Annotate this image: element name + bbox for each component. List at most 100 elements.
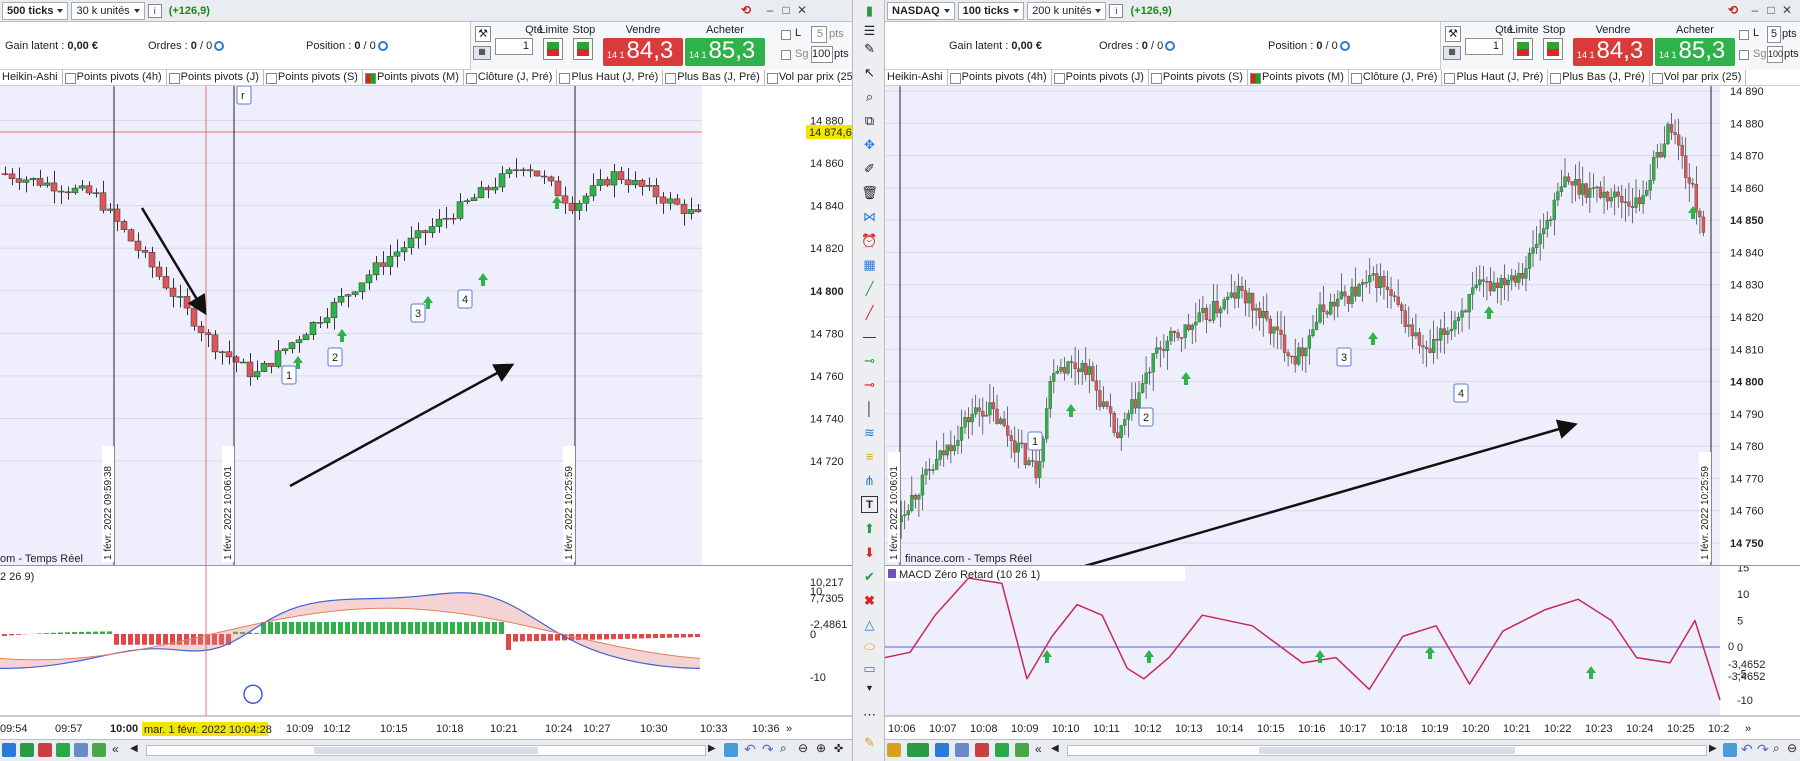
info-icon[interactable]: i	[147, 3, 162, 18]
pointer-icon[interactable]: ↖	[861, 64, 878, 81]
scroll-left-icon[interactable]: ◀	[130, 743, 144, 757]
rectangle-icon[interactable]: ▭	[861, 660, 878, 677]
undo-icon[interactable]: ↶	[744, 741, 758, 757]
double-left-icon[interactable]: «	[1035, 742, 1049, 756]
limit-button[interactable]	[1513, 38, 1533, 60]
keyboard-icon[interactable]: ▦	[473, 46, 491, 60]
position-gear-icon[interactable]	[377, 41, 388, 52]
close-icon[interactable]: ✕	[1779, 2, 1795, 18]
checkmark-icon[interactable]: ✔	[861, 568, 878, 585]
export-icon[interactable]	[92, 743, 106, 757]
indicator-toggle[interactable]: Clôture (J, Pré)	[464, 70, 558, 85]
ticks-select[interactable]: 500 ticks	[2, 1, 69, 20]
indicator-toggle[interactable]: Vol par prix (25)	[765, 70, 852, 85]
position-gear-icon[interactable]	[1339, 41, 1350, 52]
l-checkbox[interactable]	[781, 30, 791, 40]
right-scrollbar[interactable]	[1067, 745, 1707, 756]
indicator-toggle[interactable]: Points pivots (J)	[167, 70, 264, 85]
pts-top-input[interactable]: 5	[1767, 26, 1781, 43]
indicator-toggle[interactable]: Plus Bas (J, Pré)	[663, 70, 765, 85]
scroll-right-icon[interactable]: ▶	[708, 743, 722, 757]
channel-icon[interactable]: ≋	[861, 424, 878, 441]
indicator-toggle[interactable]: Points pivots (4h)	[948, 70, 1052, 85]
indicator-toggle[interactable]: Plus Bas (J, Pré)	[1548, 70, 1650, 85]
double-left-icon[interactable]: «	[112, 742, 126, 756]
indicator-toggle[interactable]: Points pivots (4h)	[63, 70, 167, 85]
maximize-icon[interactable]: □	[1763, 2, 1779, 18]
pencil-icon[interactable]: ✎	[861, 40, 878, 57]
menu-icon[interactable]: ☰	[861, 22, 878, 39]
indicator-toggle[interactable]: Heikin-Ashi	[885, 70, 948, 85]
back-icon[interactable]	[1723, 743, 1737, 757]
indicator-toggle[interactable]: Points pivots (S)	[264, 70, 363, 85]
indicator-toggle[interactable]: Vol par prix (25)	[1650, 70, 1747, 85]
indicator-toggle[interactable]: Plus Haut (J, Pré)	[1442, 70, 1549, 85]
brush-icon[interactable]: ✐	[861, 160, 878, 177]
sell-button[interactable]: 14 1 84,3	[603, 38, 683, 66]
trash-icon[interactable]: 🗑	[861, 184, 878, 201]
fibonacci-icon[interactable]: ≡	[861, 448, 878, 465]
ellipse-icon[interactable]: ⬭	[861, 638, 878, 655]
grid-icon[interactable]: ▦	[861, 256, 878, 273]
pts-bottom-input[interactable]: 100	[811, 46, 833, 63]
qty-input[interactable]: 1	[495, 38, 533, 55]
indicator-toggle[interactable]: Heikin-Ashi	[0, 70, 63, 85]
magnet-icon[interactable]: ⋈	[861, 208, 878, 225]
arrow-down-icon[interactable]: ⬇	[861, 544, 878, 561]
right-macd-chart[interactable]: MACD Zéro Retard (10 26 1)151050-5-100-3…	[885, 566, 1800, 739]
alarm-icon[interactable]: ⏰	[861, 232, 878, 249]
pen-icon[interactable]	[887, 743, 901, 757]
bars-icon[interactable]	[20, 743, 34, 757]
crosshair-icon[interactable]: ✜	[834, 742, 848, 756]
zoom-out-icon[interactable]: ⊖	[798, 741, 812, 755]
instrument-select[interactable]: NASDAQ	[887, 1, 955, 20]
sell-button[interactable]: 14 1 84,3	[1573, 38, 1653, 66]
indicator-toggle[interactable]: Points pivots (M)	[1248, 70, 1349, 85]
move-icon[interactable]: ✥	[861, 136, 878, 153]
l-checkbox[interactable]	[1739, 30, 1749, 40]
buy-button[interactable]: 14 1 85,3	[685, 38, 765, 66]
orders-gear-icon[interactable]	[214, 41, 225, 52]
color-bars-icon[interactable]: ▮	[861, 2, 878, 19]
scroll-right-icon[interactable]: ▶	[1709, 743, 1723, 757]
draw-pen-icon[interactable]: ✎	[861, 734, 878, 751]
template-icon[interactable]	[74, 743, 88, 757]
zoom-fit-icon[interactable]: ⌕	[780, 741, 794, 755]
units-select[interactable]: 200 k unités	[1027, 1, 1107, 20]
zoom-out-icon[interactable]: ⊖	[1787, 741, 1800, 755]
back-icon[interactable]	[724, 743, 738, 757]
triangle-icon[interactable]: △	[861, 616, 878, 633]
keyboard-icon[interactable]: ▦	[1443, 46, 1461, 60]
pts-bottom-input[interactable]: 100	[1767, 46, 1783, 63]
indicator-toggle[interactable]: Points pivots (S)	[1149, 70, 1248, 85]
zoom-in-icon[interactable]: ⊕	[816, 741, 830, 755]
vertical-line-icon[interactable]: │	[861, 400, 878, 417]
wrench-icon[interactable]: ⚒	[1445, 26, 1461, 42]
left-price-chart[interactable]: 14 90014 88014 86014 84014 82014 80014 7…	[0, 86, 852, 566]
right-price-chart[interactable]: 14 890 14 880 14 870 14 860 14 850 14 840 14 8…	[885, 86, 1800, 566]
minimize-icon[interactable]: –	[762, 2, 778, 18]
add-indicator-icon[interactable]	[975, 743, 989, 757]
wrench-icon[interactable]: ⚒	[475, 26, 491, 42]
info-icon[interactable]: i	[1109, 3, 1124, 18]
pitchfork-icon[interactable]: ⋔	[861, 472, 878, 489]
zoom-fit-icon[interactable]: ⌕	[1773, 741, 1787, 755]
trendline-red-icon[interactable]: ╱	[861, 304, 878, 321]
qty-input[interactable]: 1	[1465, 38, 1503, 55]
ticks-select[interactable]: 100 ticks	[957, 1, 1025, 20]
export-icon[interactable]	[1015, 743, 1029, 757]
buy-button[interactable]: 14 1 85,3	[1655, 38, 1735, 66]
undo-icon[interactable]: ↶	[1741, 741, 1755, 757]
close-icon[interactable]: ✕	[794, 2, 810, 18]
text-tool-icon[interactable]: T	[861, 496, 878, 513]
drawing-icon[interactable]	[995, 743, 1009, 757]
indicator-toggle[interactable]: Clôture (J, Pré)	[1349, 70, 1443, 85]
indicator-toggle[interactable]: Plus Haut (J, Pré)	[557, 70, 664, 85]
left-macd-chart[interactable]: 2 26 9)20100-1010,2177,7305-2,486109:540…	[0, 566, 852, 739]
more-dots-icon[interactable]: ⋯	[861, 706, 878, 723]
sync-icon[interactable]: ⟲	[1725, 2, 1741, 18]
indicator-icon[interactable]	[955, 743, 969, 757]
trendline-green-icon[interactable]: ╱	[861, 280, 878, 297]
redo-icon[interactable]: ↷	[762, 741, 776, 757]
minimize-icon[interactable]: –	[1747, 2, 1763, 18]
